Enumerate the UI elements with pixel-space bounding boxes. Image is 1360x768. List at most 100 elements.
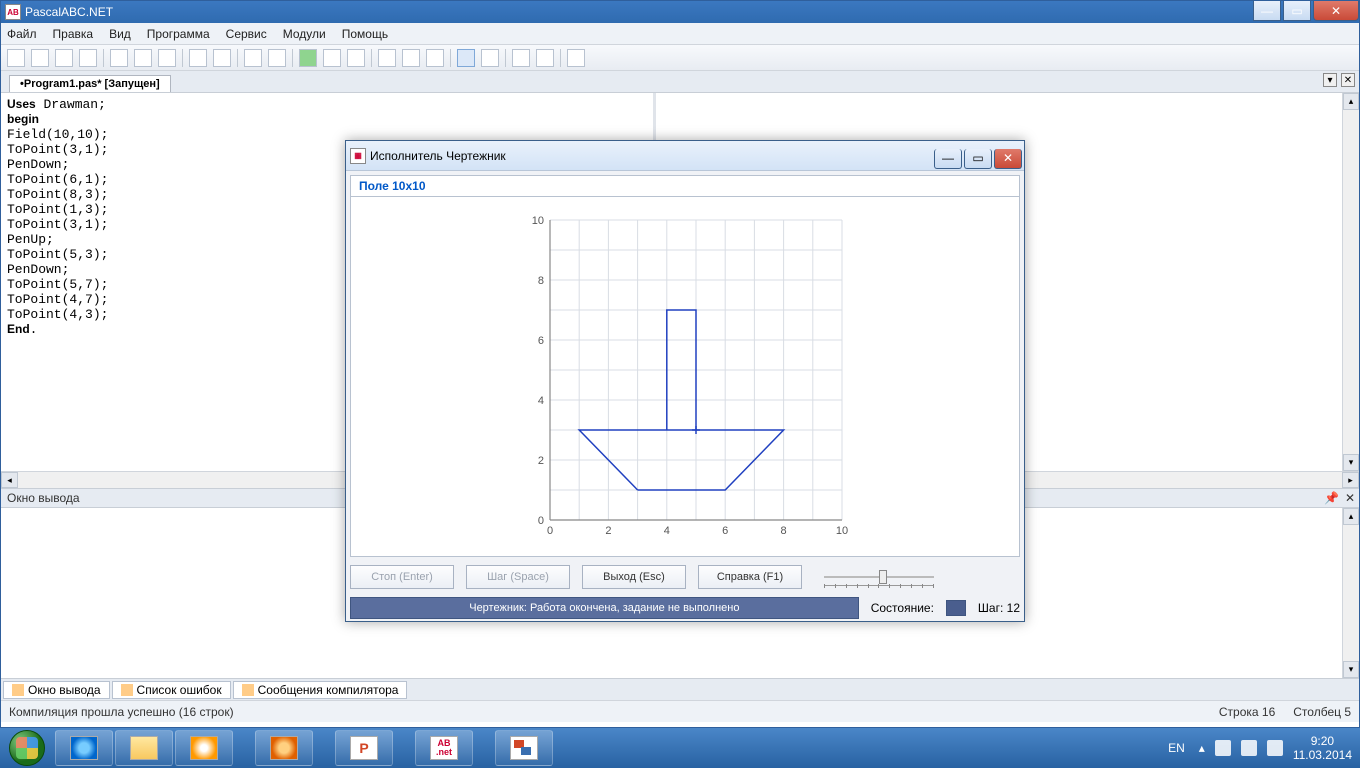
cut-icon[interactable] [110,49,128,67]
scroll-up-icon[interactable]: ▴ [1343,93,1359,110]
compiler-icon [242,684,254,696]
compile-icon[interactable] [347,49,365,67]
drawman-minimize-button[interactable]: — [934,149,962,169]
menu-view[interactable]: Вид [109,27,131,41]
drawman-status: Чертежник: Работа окончена, задание не в… [350,597,859,619]
window2-icon[interactable] [512,49,530,67]
nav-fwd-icon[interactable] [268,49,286,67]
system-tray: EN ▴ 9:20 11.03.2014 [1164,728,1360,768]
flag-icon[interactable] [1215,740,1231,756]
close-button[interactable]: ✕ [1313,1,1359,21]
tab-output[interactable]: Окно вывода [3,681,110,699]
menu-edit[interactable]: Правка [53,27,94,41]
task-firefox[interactable] [255,730,313,766]
save-all-icon[interactable] [79,49,97,67]
task-pascalabc[interactable]: AB.net [415,730,473,766]
tab-compiler[interactable]: Сообщения компилятора [233,681,408,699]
menu-file[interactable]: Файл [7,27,37,41]
tab-errors[interactable]: Список ошибок [112,681,231,699]
svg-text:2: 2 [605,525,611,537]
output-vscrollbar[interactable]: ▴ ▾ [1342,508,1359,678]
language-indicator[interactable]: EN [1164,739,1189,757]
menu-help[interactable]: Помощь [342,27,388,41]
folder-icon [130,736,158,760]
stop-icon[interactable] [323,49,341,67]
minimize-button[interactable]: — [1253,1,1281,21]
volume-icon[interactable] [1267,740,1283,756]
drawman-close-button[interactable]: ✕ [994,149,1022,169]
scroll-down-icon[interactable]: ▾ [1343,661,1359,678]
undo-icon[interactable] [189,49,207,67]
paste-icon[interactable] [158,49,176,67]
help-button[interactable]: Справка (F1) [698,565,802,589]
titlebar[interactable]: AB PascalABC.NET — ▭ ✕ [1,1,1359,23]
tab-close-icon[interactable]: ✕ [1341,73,1355,87]
exit-button[interactable]: Выход (Esc) [582,565,686,589]
save-icon[interactable] [55,49,73,67]
step-into-icon[interactable] [378,49,396,67]
window1-icon[interactable] [481,49,499,67]
step-out-icon[interactable] [426,49,444,67]
separator [505,49,506,67]
help-icon[interactable] [567,49,585,67]
scroll-left-icon[interactable]: ◂ [1,472,18,488]
wmp-icon [190,736,218,760]
clock-time: 9:20 [1293,734,1352,748]
scroll-up-icon[interactable]: ▴ [1343,508,1359,525]
task-drawman[interactable] [495,730,553,766]
toolbar [1,45,1359,71]
open-file-icon[interactable] [31,49,49,67]
maximize-button[interactable]: ▭ [1283,1,1311,21]
menu-modules[interactable]: Модули [283,27,326,41]
redo-icon[interactable] [213,49,231,67]
clock[interactable]: 9:20 11.03.2014 [1293,734,1352,763]
network-icon[interactable] [1241,740,1257,756]
grid-plot: 02468100246810 [520,212,850,542]
stop-button[interactable]: Стоп (Enter) [350,565,454,589]
start-button[interactable] [0,728,54,768]
copy-icon[interactable] [134,49,152,67]
drawman-window: ▦ Исполнитель Чертежник — ▭ ✕ Поле 10x10… [345,140,1025,622]
ie-icon [70,736,98,760]
svg-text:6: 6 [538,335,544,347]
field-title: Поле 10x10 [350,175,1020,197]
scroll-right-icon[interactable]: ▸ [1342,472,1359,488]
separator [450,49,451,67]
nav-back-icon[interactable] [244,49,262,67]
run-icon[interactable] [299,49,317,67]
state-label: Состояние: [871,601,934,615]
svg-text:8: 8 [538,275,544,287]
task-powerpoint[interactable]: P [335,730,393,766]
menu-service[interactable]: Сервис [226,27,267,41]
drawman-maximize-button[interactable]: ▭ [964,149,992,169]
separator [237,49,238,67]
pin-icon[interactable]: 📌 [1324,491,1339,505]
task-explorer[interactable] [115,730,173,766]
editor-vscrollbar[interactable]: ▴ ▾ [1342,93,1359,471]
slider-thumb[interactable] [879,570,887,584]
svg-text:0: 0 [538,515,544,527]
layout-icon[interactable] [457,49,475,67]
status-left: Компиляция прошла успешно (16 строк) [9,705,234,719]
task-wmp[interactable] [175,730,233,766]
step-over-icon[interactable] [402,49,420,67]
pascalabc-icon: AB.net [430,736,458,760]
output-title: Окно вывода [7,491,80,505]
step-button[interactable]: Шаг (Space) [466,565,570,589]
scroll-down-icon[interactable]: ▾ [1343,454,1359,471]
new-file-icon[interactable] [7,49,25,67]
menu-program[interactable]: Программа [147,27,210,41]
task-ie[interactable] [55,730,113,766]
tray-chevron-icon[interactable]: ▴ [1199,741,1205,755]
editor-tab[interactable]: •Program1.pas* [Запущен] [9,75,171,92]
separator [182,49,183,67]
panel-close-icon[interactable]: ✕ [1345,491,1355,505]
tab-output-label: Окно вывода [28,683,101,697]
speed-slider[interactable] [824,568,934,586]
window3-icon[interactable] [536,49,554,67]
menubar: Файл Правка Вид Программа Сервис Модули … [1,23,1359,45]
svg-text:4: 4 [538,395,544,407]
tab-dropdown-icon[interactable]: ▾ [1323,73,1337,87]
tab-errors-label: Список ошибок [137,683,222,697]
app-icon: AB [5,4,21,20]
